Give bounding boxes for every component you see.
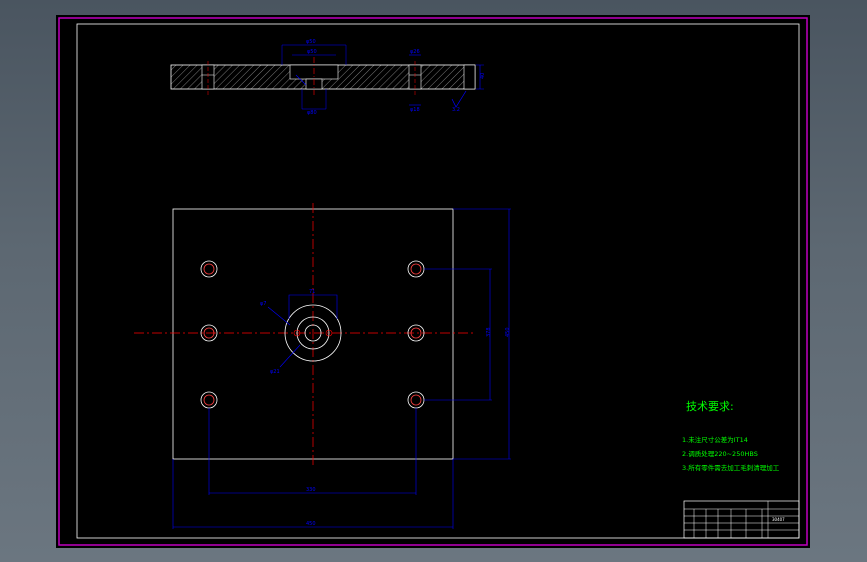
cad-drawing[interactable]: φ50 φ50 φ80 φ26 φ18 40 3.2 71 φ7 φ21 378… xyxy=(56,15,810,548)
dim-text-bore: φ21 xyxy=(270,369,280,375)
technical-notes: 技术要求: 1.未注尺寸公差为IT14 2.调质处理220~250HBS 3.所… xyxy=(682,400,780,472)
dim-text-bottom: φ80 xyxy=(307,110,317,116)
leader-hole xyxy=(267,306,291,326)
dim-text-width-inner: 330 xyxy=(306,487,316,493)
section-view: φ50 φ50 φ80 φ26 φ18 40 3.2 xyxy=(170,39,486,116)
dim-text-mid: φ50 xyxy=(307,49,317,55)
plan-view: 71 φ7 φ21 378 450 330 450 xyxy=(134,203,511,529)
drawing-viewport[interactable]: φ50 φ50 φ80 φ26 φ18 40 3.2 71 φ7 φ21 378… xyxy=(56,15,810,548)
note-line-2: 2.调质处理220~250HBS xyxy=(682,449,758,458)
dim-text-hole: φ7 xyxy=(260,301,266,307)
dim-text-hole-bottom: φ18 xyxy=(410,107,420,113)
roughness-symbol xyxy=(451,90,467,108)
mounting-hole-br xyxy=(407,391,425,409)
dim-text-roughness: 3.2 xyxy=(452,107,460,113)
drawing-border xyxy=(76,23,800,539)
dim-text-height-outer: 450 xyxy=(505,327,511,337)
mounting-hole-tr xyxy=(407,260,425,278)
mounting-hole-bl xyxy=(200,391,218,409)
note-line-3: 3.所有零件需去加工毛刺清理加工 xyxy=(682,463,780,472)
notes-title: 技术要求: xyxy=(686,400,734,413)
dim-text-outer: φ50 xyxy=(306,39,316,45)
title-block: 30407 xyxy=(683,500,800,539)
dim-text-width-outer: 450 xyxy=(306,521,316,527)
section-hole-far-right xyxy=(463,64,476,90)
mounting-hole-tl xyxy=(200,260,218,278)
dim-text-height-inner: 378 xyxy=(486,327,492,337)
dim-text-center: 71 xyxy=(309,289,315,295)
title-block-drawing-no: 30407 xyxy=(772,517,785,522)
dim-text-thickness: 40 xyxy=(480,73,486,79)
dim-text-hole-top: φ26 xyxy=(410,49,420,55)
note-line-1: 1.未注尺寸公差为IT14 xyxy=(682,435,748,444)
